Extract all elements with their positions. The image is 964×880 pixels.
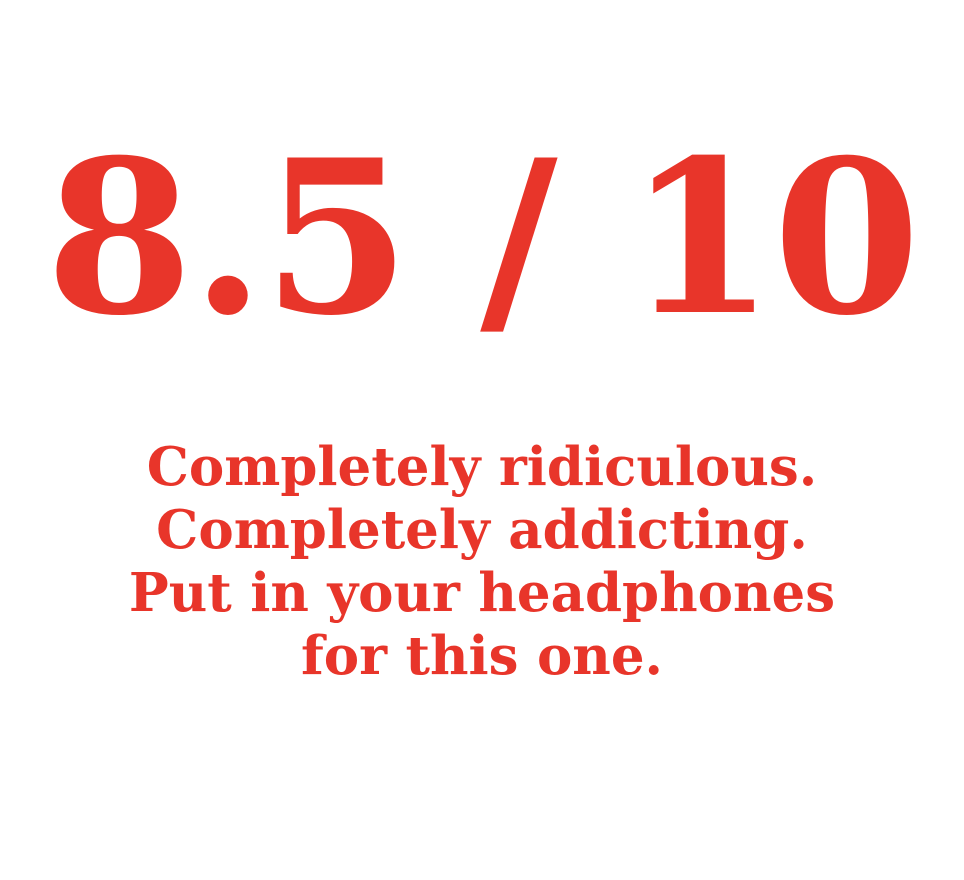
tagline-line: Completely addicting. bbox=[156, 499, 808, 561]
rating-score: 8.5 / 10 bbox=[45, 113, 921, 362]
rating-card: 8.5 / 10 Completely ridiculous. Complete… bbox=[0, 0, 964, 880]
tagline-line: Completely ridiculous. bbox=[146, 436, 818, 498]
tagline-line: Put in your headphones bbox=[128, 562, 836, 624]
tagline-line: for this one. bbox=[300, 625, 664, 687]
review-tagline: Completely ridiculous. Completely addict… bbox=[0, 436, 964, 688]
